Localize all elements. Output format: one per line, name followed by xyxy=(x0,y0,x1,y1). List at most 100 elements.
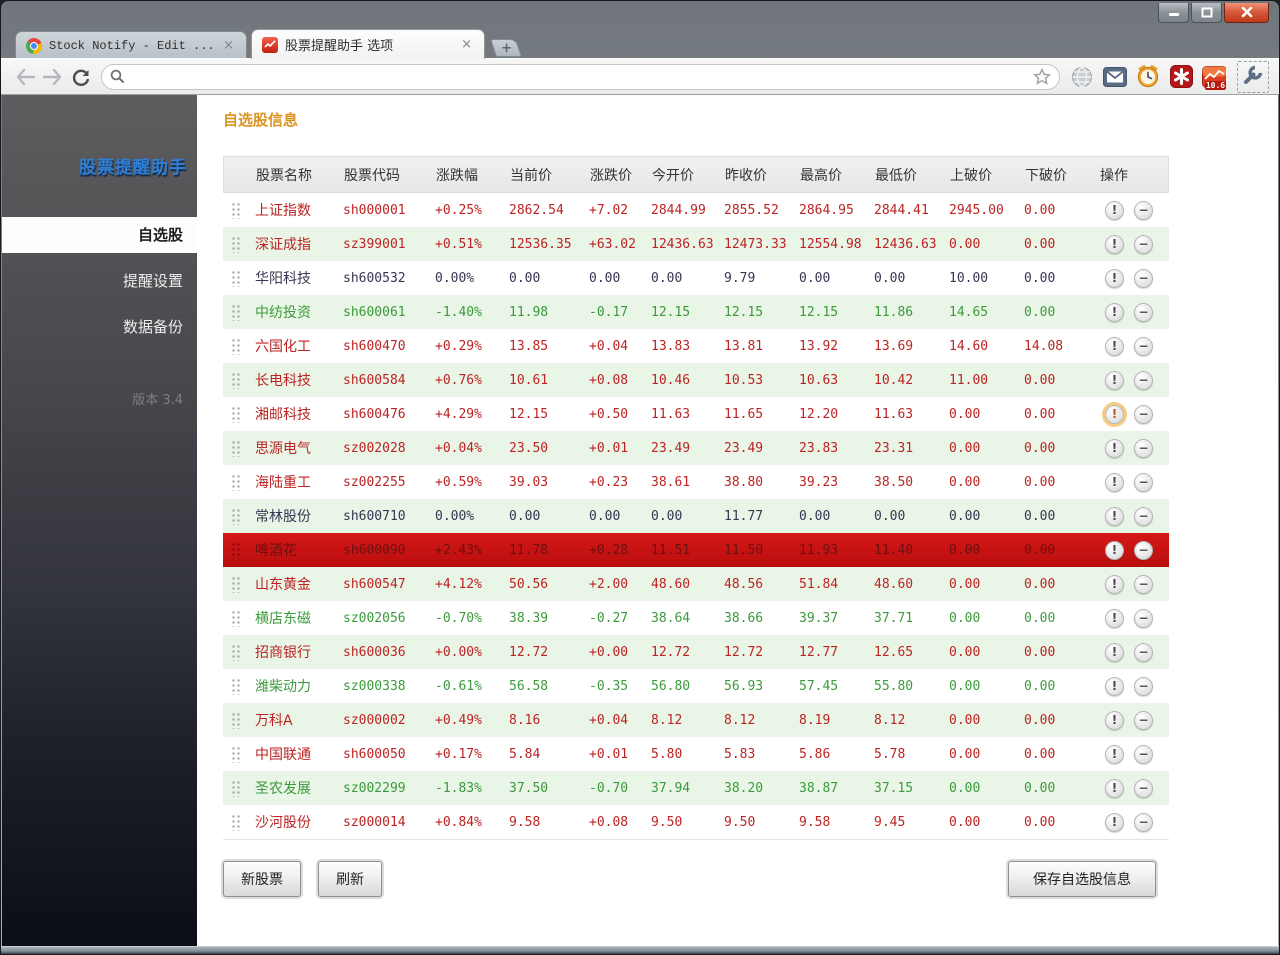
remove-button[interactable]: − xyxy=(1134,813,1153,832)
alert-button[interactable]: ! xyxy=(1105,541,1124,560)
asterisk-extension-button[interactable] xyxy=(1169,65,1193,89)
save-watchlist-button[interactable]: 保存自选股信息 xyxy=(1008,861,1156,897)
drag-handle[interactable] xyxy=(223,508,253,525)
alert-button[interactable]: ! xyxy=(1105,507,1124,526)
drag-handle[interactable] xyxy=(223,406,253,423)
address-bar[interactable] xyxy=(101,64,1060,90)
alert-button[interactable]: ! xyxy=(1105,269,1124,288)
bookmark-star-icon[interactable] xyxy=(1033,68,1051,85)
back-button[interactable] xyxy=(11,64,39,90)
stock-row-sz399001[interactable]: 深证成指sz399001+0.51%12536.35+63.0212436.63… xyxy=(223,227,1169,261)
sidebar-item-提醒设置[interactable]: 提醒设置 xyxy=(2,263,197,299)
stock-row-sz002056[interactable]: 横店东磁sz002056-0.70%38.39-0.2738.6438.6639… xyxy=(223,601,1169,635)
alert-button[interactable]: ! xyxy=(1105,779,1124,798)
alert-button[interactable]: ! xyxy=(1105,371,1124,390)
drag-handle[interactable] xyxy=(223,474,253,491)
alert-button[interactable]: ! xyxy=(1105,439,1124,458)
stock-row-sh600532[interactable]: 华阳科技sh6005320.00%0.000.000.009.790.000.0… xyxy=(223,261,1169,295)
alert-button[interactable]: ! xyxy=(1105,201,1124,220)
new-stock-button[interactable]: 新股票 xyxy=(223,861,301,897)
new-tab-button[interactable]: + xyxy=(490,39,522,57)
drag-handle[interactable] xyxy=(223,236,253,253)
alert-button[interactable]: ! xyxy=(1105,575,1124,594)
wrench-menu-button[interactable] xyxy=(1237,61,1269,93)
drag-handle[interactable] xyxy=(223,202,253,219)
remove-button[interactable]: − xyxy=(1134,439,1153,458)
minimize-button[interactable] xyxy=(1158,3,1189,23)
tab-close-icon[interactable]: × xyxy=(459,36,474,53)
stock-extension-button[interactable]: 10.6 xyxy=(1202,65,1226,89)
remove-button[interactable]: − xyxy=(1134,541,1153,560)
maximize-button[interactable] xyxy=(1191,3,1222,23)
tab-close-icon[interactable]: × xyxy=(221,37,236,54)
alert-button[interactable]: ! xyxy=(1105,337,1124,356)
remove-button[interactable]: − xyxy=(1134,745,1153,764)
alert-button[interactable]: ! xyxy=(1105,643,1124,662)
stock-row-sh600547[interactable]: 山东黄金sh600547+4.12%50.56+2.0048.6048.5651… xyxy=(223,567,1169,601)
stock-row-sz000014[interactable]: 沙河股份sz000014+0.84%9.58+0.089.509.509.589… xyxy=(223,805,1169,839)
stock-row-sz000002[interactable]: 万科Asz000002+0.49%8.16+0.048.128.128.198.… xyxy=(223,703,1169,737)
stock-row-sh600470[interactable]: 六国化工sh600470+0.29%13.85+0.0413.8313.8113… xyxy=(223,329,1169,363)
remove-button[interactable]: − xyxy=(1134,371,1153,390)
remove-button[interactable]: − xyxy=(1134,779,1153,798)
remove-button[interactable]: − xyxy=(1134,235,1153,254)
stock-row-sz002299[interactable]: 圣农发展sz002299-1.83%37.50-0.7037.9438.2038… xyxy=(223,771,1169,805)
alert-button[interactable]: ! xyxy=(1105,813,1124,832)
stock-row-sh600090[interactable]: 啤酒花sh600090+2.43%11.78+0.2811.5111.5011.… xyxy=(223,533,1169,567)
drag-handle[interactable] xyxy=(223,814,253,831)
drag-handle[interactable] xyxy=(223,304,253,321)
tab-stock-options[interactable]: 股票提醒助手 选项 × xyxy=(251,29,485,59)
sidebar-item-数据备份[interactable]: 数据备份 xyxy=(2,309,197,345)
remove-button[interactable]: − xyxy=(1134,405,1153,424)
alarm-extension-button[interactable] xyxy=(1136,65,1160,89)
drag-handle[interactable] xyxy=(223,746,253,763)
remove-button[interactable]: − xyxy=(1134,677,1153,696)
drag-handle[interactable] xyxy=(223,712,253,729)
alert-button[interactable]: ! xyxy=(1105,405,1124,424)
remove-button[interactable]: − xyxy=(1134,609,1153,628)
alert-button[interactable]: ! xyxy=(1105,745,1124,764)
url-input[interactable] xyxy=(125,69,1033,84)
close-button[interactable] xyxy=(1224,3,1269,23)
drag-handle[interactable] xyxy=(223,678,253,695)
stock-row-sh600061[interactable]: 中纺投资sh600061-1.40%11.98-0.1712.1512.1512… xyxy=(223,295,1169,329)
tab-stock-notify-edit[interactable]: Stock Notify - Edit ... × xyxy=(15,31,247,59)
remove-button[interactable]: − xyxy=(1134,473,1153,492)
drag-handle[interactable] xyxy=(223,780,253,797)
alert-button[interactable]: ! xyxy=(1105,235,1124,254)
drag-handle[interactable] xyxy=(223,576,253,593)
remove-button[interactable]: − xyxy=(1134,643,1153,662)
alert-button[interactable]: ! xyxy=(1105,303,1124,322)
remove-button[interactable]: − xyxy=(1134,711,1153,730)
drag-handle[interactable] xyxy=(223,440,253,457)
reload-button[interactable] xyxy=(67,64,95,90)
remove-button[interactable]: − xyxy=(1134,507,1153,526)
remove-button[interactable]: − xyxy=(1134,337,1153,356)
remove-button[interactable]: − xyxy=(1134,201,1153,220)
drag-handle[interactable] xyxy=(223,270,253,287)
drag-handle[interactable] xyxy=(223,372,253,389)
alert-button[interactable]: ! xyxy=(1105,473,1124,492)
drag-handle[interactable] xyxy=(223,542,253,559)
stock-row-sz000338[interactable]: 潍柴动力sz000338-0.61%56.58-0.3556.8056.9357… xyxy=(223,669,1169,703)
stock-row-sh600476[interactable]: 湘邮科技sh600476+4.29%12.15+0.5011.6311.6512… xyxy=(223,397,1169,431)
globe-extension-button[interactable] xyxy=(1070,65,1094,89)
stock-row-sh600584[interactable]: 长电科技sh600584+0.76%10.61+0.0810.4610.5310… xyxy=(223,363,1169,397)
mail-extension-button[interactable] xyxy=(1103,65,1127,89)
alert-button[interactable]: ! xyxy=(1105,609,1124,628)
remove-button[interactable]: − xyxy=(1134,303,1153,322)
stock-row-sh600036[interactable]: 招商银行sh600036+0.00%12.72+0.0012.7212.7212… xyxy=(223,635,1169,669)
refresh-button[interactable]: 刷新 xyxy=(318,861,382,897)
forward-button[interactable] xyxy=(39,64,67,90)
stock-row-sh600050[interactable]: 中国联通sh600050+0.17%5.84+0.015.805.835.865… xyxy=(223,737,1169,771)
remove-button[interactable]: − xyxy=(1134,575,1153,594)
alert-button[interactable]: ! xyxy=(1105,677,1124,696)
drag-handle[interactable] xyxy=(223,644,253,661)
drag-handle[interactable] xyxy=(223,338,253,355)
drag-handle[interactable] xyxy=(223,610,253,627)
stock-row-sh600710[interactable]: 常林股份sh6007100.00%0.000.000.0011.770.000.… xyxy=(223,499,1169,533)
stock-row-sz002028[interactable]: 思源电气sz002028+0.04%23.50+0.0123.4923.4923… xyxy=(223,431,1169,465)
alert-button[interactable]: ! xyxy=(1105,711,1124,730)
remove-button[interactable]: − xyxy=(1134,269,1153,288)
stock-row-sh000001[interactable]: 上证指数sh000001+0.25%2862.54+7.022844.99285… xyxy=(223,193,1169,227)
